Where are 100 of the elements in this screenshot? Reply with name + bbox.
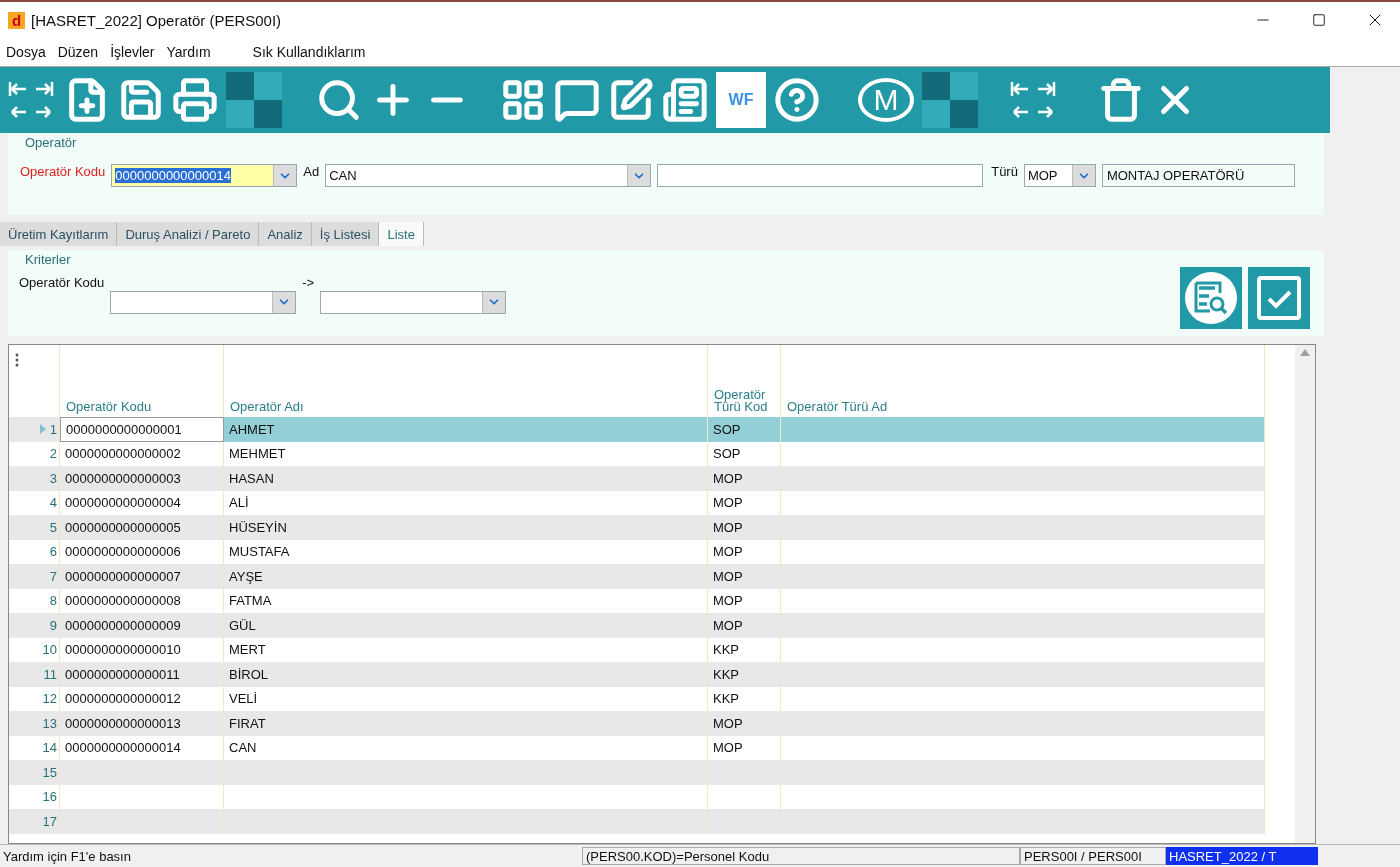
search-icon[interactable] [316,77,362,123]
type-combo[interactable]: MOP [1023,164,1096,187]
table-row[interactable]: 11 0000000000000011 BİROL KKP [9,662,1265,687]
table-row[interactable]: 5 0000000000000005 HÜSEYİN MOP [9,515,1265,540]
group-title: Operatör [25,135,77,150]
dropdown-button[interactable] [627,165,651,186]
selected-text: 0000000000000014 [115,168,231,183]
to-combo[interactable] [320,290,507,314]
table-cell: MOP [708,564,781,589]
status-text: Yardım için F1'e basın [2,847,132,865]
dropdown-button[interactable] [1071,165,1095,186]
table-cell: SOP [708,417,781,442]
column-header[interactable]: Operatör Türü Kod [714,389,780,413]
menu-item[interactable]: Yardım [160,44,217,60]
window-title: [HASRET_2022] Operatör (PERS00I) [31,11,283,29]
menu-item[interactable]: Dosya [0,44,52,60]
status-text: HASRET_2022 / T [1166,847,1318,865]
table-cell: 0000000000000003 [60,466,224,491]
table-cell: FIRAT [224,711,708,736]
table-cell: MOP [708,711,781,736]
row-number: 9 [49,617,57,633]
table-cell: BİROL [224,662,708,687]
table-cell: 0000000000000001 [60,417,224,442]
help-icon[interactable] [774,77,820,123]
table-cell: MOP [708,466,781,491]
table-cell: 0000000000000013 [60,711,224,736]
app-icon: d [8,11,25,29]
row-number: 16 [42,789,57,805]
table-row[interactable]: 1 0000000000000001 AHMET SOP [9,417,1265,442]
column-header[interactable]: Operatör Türü Ad [787,401,888,413]
row-number: 6 [49,544,57,560]
table-cell: GÜL [224,613,708,638]
column-header[interactable]: Operatör Kodu [66,401,152,413]
dropdown-button[interactable] [482,291,506,313]
dropdown-button[interactable] [272,291,296,313]
status-text: PERS00I / PERS00I [1020,847,1166,865]
confirm-button[interactable] [1248,267,1310,329]
dropdown-button[interactable] [273,165,297,186]
group-title: Kriterler [25,252,71,267]
row-number: 10 [42,642,57,658]
checkbox-icon [1255,274,1303,322]
save-icon[interactable] [118,77,164,123]
column-header[interactable]: Operatör Adı [230,401,304,413]
table-row[interactable]: 13 0000000000000013 FIRAT MOP [9,711,1265,736]
table-row[interactable]: 17 [9,809,1265,834]
checker-icon [922,72,978,128]
tab[interactable]: Analiz [259,222,312,246]
tab[interactable]: Duruş Analizi / Pareto [117,222,260,246]
row-number: 2 [49,446,57,462]
name-combo[interactable]: CAN [325,164,652,187]
code-combo[interactable]: 0000000000000014 [111,164,298,187]
row-number: 14 [42,740,57,756]
range-separator: -> [302,275,315,290]
table-cell: HASAN [224,466,708,491]
maximize-icon[interactable] [1312,13,1326,27]
row-number: 11 [43,666,57,682]
table-row[interactable]: 7 0000000000000007 AYŞE MOP [9,564,1265,589]
table-row[interactable]: 3 0000000000000003 HASAN MOP [9,466,1265,491]
menu-item[interactable]: İşlevler [104,44,161,60]
comment-icon[interactable] [554,77,600,123]
field-label: Operatör Kodu [20,164,106,179]
scrollbar[interactable] [1295,345,1315,843]
row-number: 13 [42,715,57,731]
table-cell: KKP [708,662,781,687]
grid-icon[interactable] [500,77,546,123]
table-cell: 0000000000000005 [60,515,224,540]
input-field[interactable] [657,164,984,187]
status-text: (PERS00.KOD)=Personel Kodu [582,847,1020,865]
row-number: 12 [42,691,57,707]
table-cell: MOP [708,613,781,638]
tab[interactable]: Liste [379,222,424,246]
tab[interactable]: Üretim Kayıtlarım [0,222,118,246]
row-number: 17 [42,813,57,829]
field-label: Ad [303,164,320,179]
row-number: 4 [49,495,57,511]
checker-icon [226,72,282,128]
table-row[interactable]: 9 0000000000000009 GÜL MOP [9,613,1265,638]
row-number: 15 [42,764,57,780]
menu-item[interactable]: Sık Kullandıklarım [246,44,372,60]
menu-item[interactable]: Düzen [51,44,105,60]
field-label: Operatör Kodu [19,275,105,290]
table-cell: 0000000000000009 [60,613,224,638]
table-cell: 0000000000000011 [60,662,224,687]
tab[interactable]: İş Listesi [311,222,380,246]
table-cell: AYŞE [224,564,708,589]
edit-icon[interactable] [608,77,654,123]
row-number: 8 [49,593,57,609]
row-number: 7 [49,568,57,584]
table-cell: AHMET [224,417,708,442]
more-icon[interactable] [15,353,19,367]
table-row[interactable]: 15 [9,760,1265,785]
table-cell: 0000000000000007 [60,564,224,589]
table-cell: HÜSEYİN [224,515,708,540]
print-icon[interactable] [172,77,218,123]
scroll-up-icon[interactable] [1300,349,1310,356]
query-button[interactable] [1180,267,1242,329]
row-number: 5 [49,519,57,535]
from-combo[interactable] [110,290,297,314]
delete-icon[interactable] [1098,77,1144,123]
list-icon[interactable] [662,77,708,123]
